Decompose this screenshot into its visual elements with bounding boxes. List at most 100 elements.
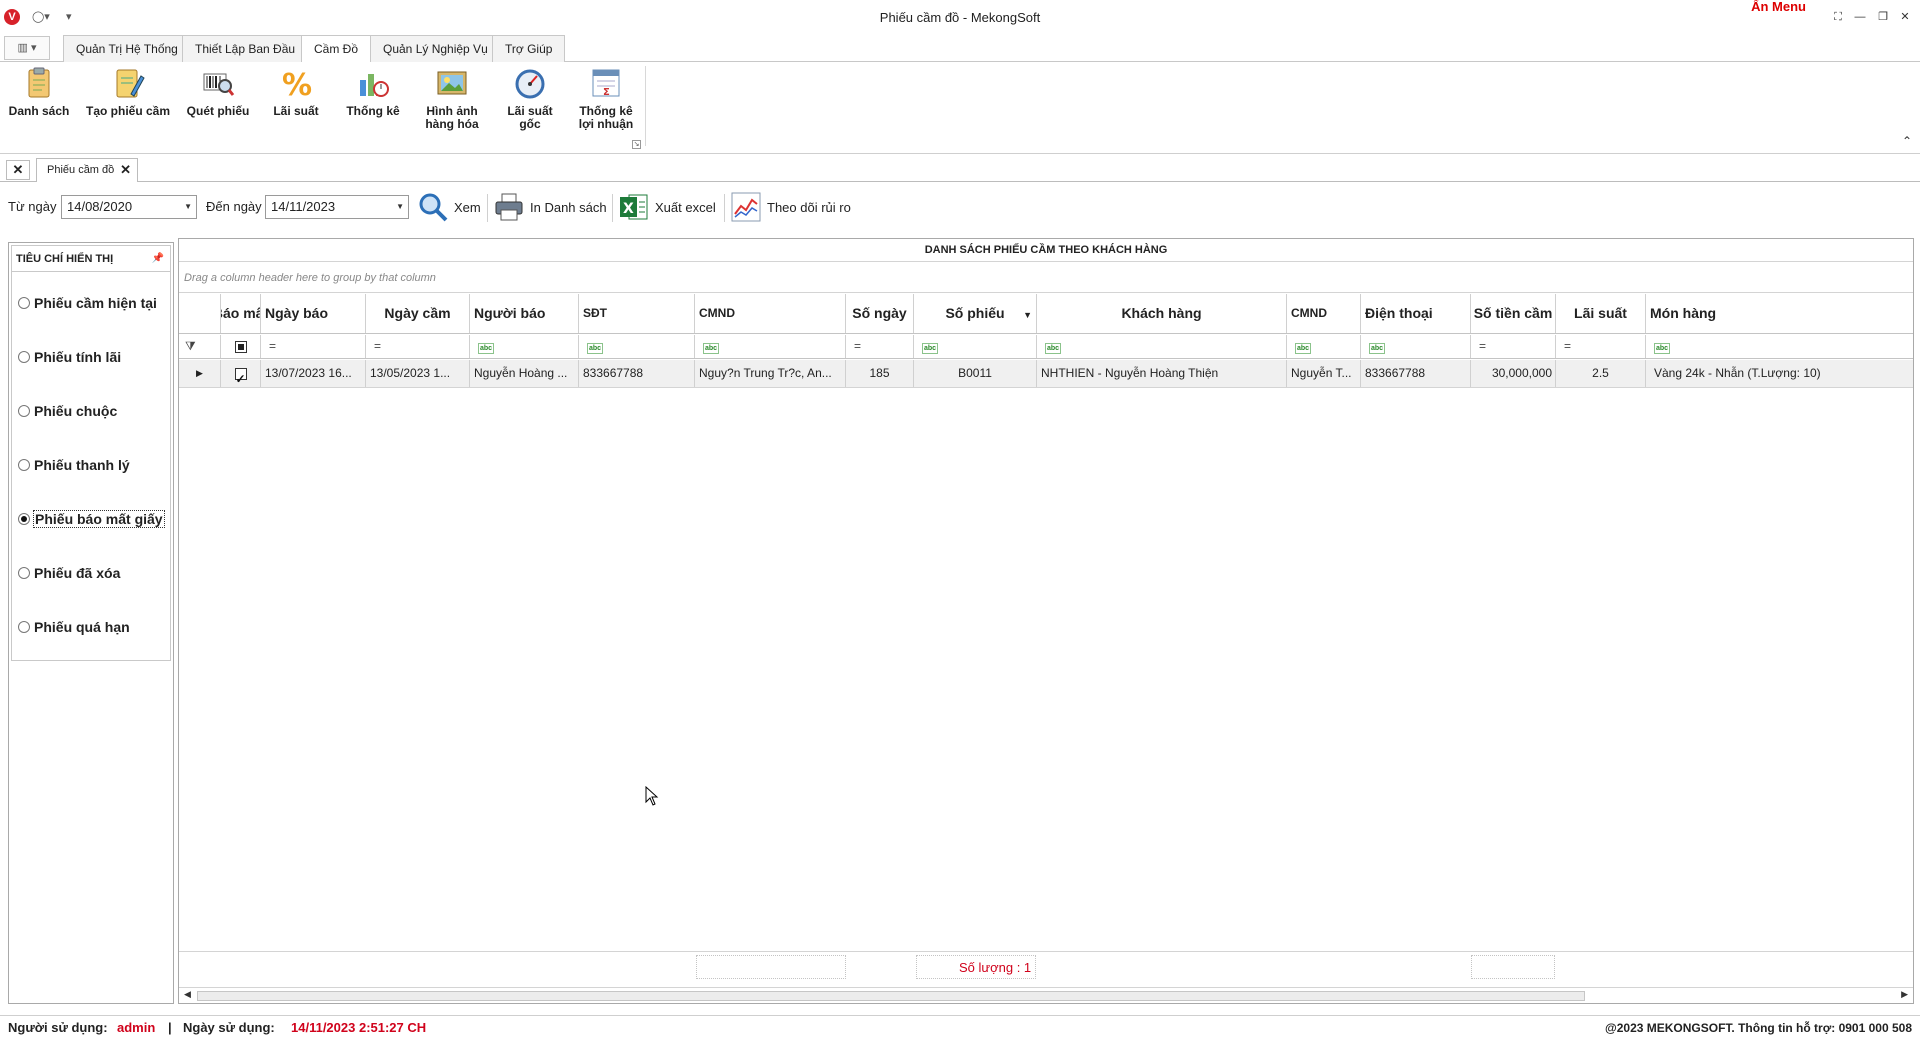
radio-icon[interactable] (18, 297, 30, 309)
thong-ke-button[interactable]: Thống kê (340, 66, 406, 118)
filter-lai-suat[interactable]: = (1556, 335, 1646, 358)
filter-ngay-bao[interactable]: = (261, 335, 366, 358)
col-header-ngay-cam[interactable]: Ngày cầm (366, 294, 470, 333)
from-date-field[interactable]: 14/08/2020 ▼ (61, 195, 197, 219)
option-phieu-qua-han[interactable]: Phiếu quá hạn (18, 617, 130, 637)
tab-quan-tri-he-thong[interactable]: Quản Trị Hệ Thống (63, 35, 191, 62)
restore-icon[interactable]: ❐ (1874, 9, 1892, 25)
filter-nguoi-bao[interactable]: abc (470, 335, 579, 358)
radio-icon[interactable] (18, 567, 30, 579)
scroll-right-icon[interactable]: ▶ (1901, 989, 1908, 1000)
filter-ngay-cam[interactable]: = (366, 335, 470, 358)
radio-selected-icon[interactable] (18, 513, 30, 525)
col-header-bao-mat[interactable]: Báo mất (221, 294, 261, 333)
close-all-tabs-button[interactable]: ✕ (6, 160, 30, 180)
col-header-so-phieu[interactable]: Số phiếu ▼ (914, 294, 1037, 333)
filter-cmnd[interactable]: abc (695, 335, 846, 358)
col-header-so-ngay[interactable]: Số ngày (846, 294, 914, 333)
radio-icon[interactable] (18, 351, 30, 363)
col-header-ngay-bao[interactable]: Ngày báo (261, 294, 366, 333)
scrollbar-thumb[interactable] (197, 991, 1585, 1001)
search-icon (418, 192, 448, 222)
lai-suat-button[interactable]: % Lãi suất (266, 66, 326, 118)
filter-so-ngay[interactable]: = (846, 335, 914, 358)
option-phieu-chuoc[interactable]: Phiếu chuộc (18, 401, 117, 421)
option-phieu-thanh-ly[interactable]: Phiếu thanh lý (18, 455, 130, 475)
tab-tro-giup[interactable]: Trợ Giúp (492, 35, 566, 62)
close-tab-icon[interactable]: ✕ (120, 159, 131, 181)
col-header-sdt[interactable]: SĐT (579, 294, 695, 333)
fullscreen-icon[interactable]: ⛶ (1829, 9, 1847, 25)
cell-ngay-cam[interactable]: 13/05/2023 1... (366, 360, 470, 387)
chevron-down-icon[interactable]: ▼ (184, 196, 192, 218)
filter-so-phieu[interactable]: abc (914, 335, 1037, 358)
cell-lai-suat[interactable]: 2.5 (1556, 360, 1646, 387)
option-phieu-cam-hien-tai[interactable]: Phiếu cầm hiện tại (18, 293, 157, 313)
cell-dien-thoai[interactable]: 833667788 (1361, 360, 1471, 387)
col-header-cmnd[interactable]: CMND (695, 294, 846, 333)
option-phieu-bao-mat-giay[interactable]: Phiếu báo mất giấy (18, 509, 165, 529)
checkbox-checked-icon[interactable] (234, 366, 247, 387)
tab-phieu-cam-do[interactable]: Phiếu cầm đồ ✕ (36, 158, 138, 182)
hide-menu-link[interactable]: Ẩn Menu (1751, 0, 1806, 14)
view-button[interactable]: Xem (418, 190, 481, 224)
col-header-mon-hang[interactable]: Món hàng (1646, 294, 1913, 333)
col-header-nguoi-bao[interactable]: Người báo (470, 294, 579, 333)
radio-icon[interactable] (18, 621, 30, 633)
radio-icon[interactable] (18, 405, 30, 417)
danh-sach-button[interactable]: Danh sách (6, 66, 72, 118)
filter-so-tien-cam[interactable]: = (1471, 335, 1556, 358)
option-phieu-tinh-lai[interactable]: Phiếu tính lãi (18, 347, 121, 367)
filter-khach-hang[interactable]: abc (1037, 335, 1287, 358)
cell-so-tien-cam[interactable]: 30,000,000 (1471, 360, 1556, 387)
app-menu-button[interactable]: ▥ ▾ (4, 36, 50, 60)
tab-cam-do[interactable]: Cầm Đồ (301, 35, 372, 63)
scroll-left-icon[interactable]: ◀ (184, 989, 191, 1000)
col-header-lai-suat[interactable]: Lãi suất (1556, 294, 1646, 333)
cell-cmnd[interactable]: Nguy?n Trung Tr?c, An... (695, 360, 846, 387)
filter-cmnd-2[interactable]: abc (1287, 335, 1361, 358)
checkbox-indeterminate-icon[interactable] (235, 340, 247, 353)
radio-icon[interactable] (18, 459, 30, 471)
hinh-anh-hang-hoa-button[interactable]: Hình ảnh hàng hóa (418, 66, 486, 131)
cell-khach-hang[interactable]: NHTHIEN - Nguyễn Hoàng Thiện (1037, 360, 1287, 387)
horizontal-scrollbar[interactable]: ◀ ▶ (179, 987, 1913, 1003)
table-row[interactable]: ▶ 13/07/2023 16... 13/05/2023 1... Nguyễ… (179, 360, 1913, 388)
option-phieu-da-xoa[interactable]: Phiếu đã xóa (18, 563, 120, 583)
cell-nguoi-bao[interactable]: Nguyễn Hoàng ... (470, 360, 579, 387)
lai-suat-goc-button[interactable]: Lãi suất gốc (500, 66, 560, 131)
filter-bao-mat[interactable] (221, 335, 261, 358)
col-header-so-tien-cam[interactable]: Số tiền cầm (1471, 294, 1556, 333)
filter-sdt[interactable]: abc (579, 335, 695, 358)
collapse-ribbon-icon[interactable]: ⌃ (1902, 134, 1912, 148)
cell-ngay-bao[interactable]: 13/07/2023 16... (261, 360, 366, 387)
cell-cmnd-2[interactable]: Nguyễn T... (1287, 360, 1361, 387)
filter-mon-hang[interactable]: abc (1646, 335, 1913, 358)
col-header-cmnd-2[interactable]: CMND (1287, 294, 1361, 333)
thong-ke-loi-nhuan-button[interactable]: Σ Thống kê lợi nhuận (574, 66, 638, 131)
cell-sdt[interactable]: 833667788 (579, 360, 695, 387)
chevron-down-icon[interactable]: ▼ (396, 196, 404, 218)
print-list-button[interactable]: In Danh sách (494, 190, 607, 224)
tab-quan-ly-nghiep-vu[interactable]: Quản Lý Nghiệp Vụ (370, 35, 501, 62)
cell-bao-mat[interactable] (221, 360, 261, 387)
col-header-dien-thoai[interactable]: Điện thoại (1361, 294, 1471, 333)
quet-phieu-button[interactable]: Quét phiếu (184, 66, 252, 118)
filter-dien-thoai[interactable]: abc (1361, 335, 1471, 358)
col-header-khach-hang[interactable]: Khách hàng (1037, 294, 1287, 333)
tab-thiet-lap-ban-dau[interactable]: Thiết Lập Ban Đầu (182, 35, 309, 62)
group-by-panel[interactable]: Drag a column header here to group by th… (179, 263, 1913, 293)
cell-so-ngay[interactable]: 185 (846, 360, 914, 387)
group-launcher-icon[interactable]: ↘ (632, 140, 641, 149)
close-icon[interactable]: ✕ (1896, 9, 1914, 25)
export-excel-button[interactable]: X Xuất excel (619, 190, 716, 224)
cell-so-phieu[interactable]: B0011 (914, 360, 1037, 387)
to-date-field[interactable]: 14/11/2023 ▼ (265, 195, 409, 219)
minimize-icon[interactable]: — (1851, 9, 1869, 25)
risk-tracking-button[interactable]: Theo dõi rủi ro (731, 190, 851, 224)
cell-mon-hang[interactable]: Vàng 24k - Nhẫn (T.Lượng: 10) (1646, 360, 1913, 387)
hinh-anh-hang-hoa-label: Hình ảnh hàng hóa (425, 104, 479, 131)
tao-phieu-cam-button[interactable]: Tạo phiếu cầm (84, 66, 172, 118)
pin-icon[interactable]: 📌 (152, 246, 164, 272)
sort-descending-icon[interactable]: ▼ (1023, 308, 1032, 323)
